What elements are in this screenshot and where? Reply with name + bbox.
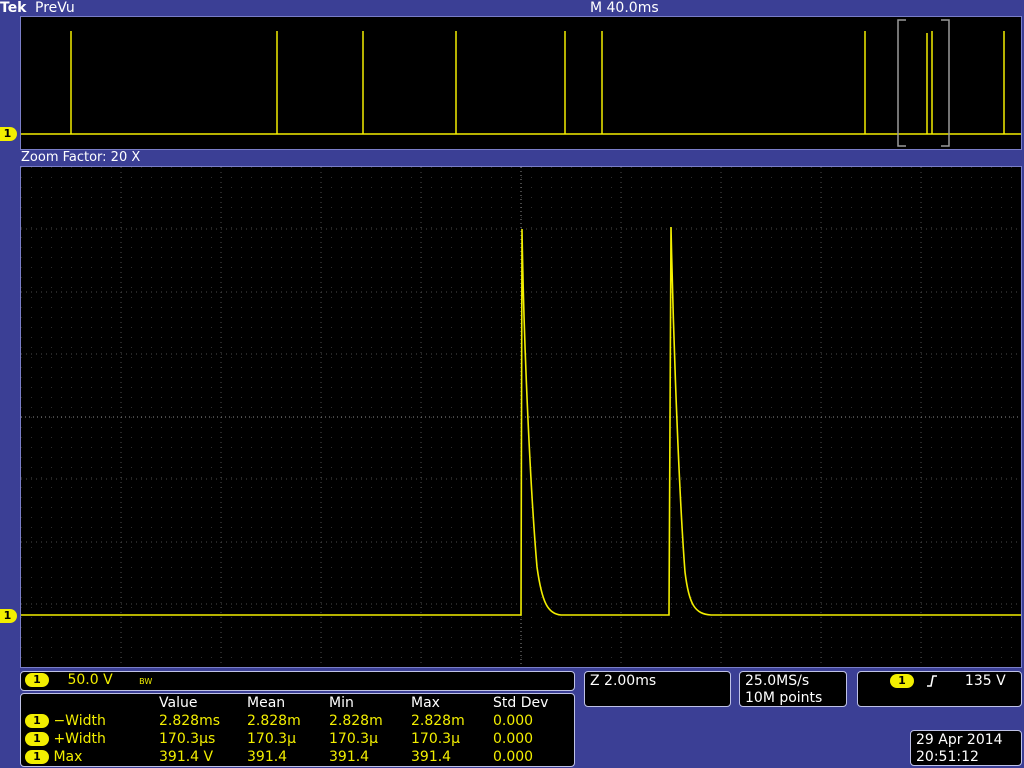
trigger-source-badge: 1 — [890, 674, 914, 688]
measurement-std-dev: 0.000 — [493, 749, 534, 765]
measurement-value: 2.828ms — [159, 713, 221, 729]
measurement-name: +Width — [53, 731, 106, 747]
acquisition-mode: PreVu — [35, 0, 75, 16]
measurement-row[interactable]: 1 +Width 170.3μs 170.3μ 170.3μ 170.3μ 0.… — [25, 730, 548, 748]
header-mean: Mean — [247, 695, 286, 711]
measurements-table: Value Mean Min Max Std Dev 1 −Width 2.82… — [25, 694, 548, 766]
measurement-max: 170.3μ — [411, 731, 460, 747]
header-min: Min — [329, 695, 354, 711]
overview-channel-marker[interactable]: 1 — [0, 127, 17, 141]
header-std-dev: Std Dev — [493, 695, 549, 711]
zoom-factor-label: Zoom Factor: 20 X — [21, 150, 141, 165]
horizontal-scale: M 40.0ms — [590, 0, 659, 16]
measurement-mean: 170.3μ — [247, 731, 296, 747]
measurement-min: 391.4 — [329, 749, 370, 765]
measurement-max: 391.4 — [411, 749, 452, 765]
measurement-mean: 391.4 — [247, 749, 288, 765]
trigger-level: 135 V — [964, 673, 1006, 689]
time: 20:51:12 — [916, 749, 979, 765]
measurement-name: −Width — [53, 713, 106, 729]
date: 29 Apr 2014 — [916, 732, 1003, 748]
measurement-channel-badge: 1 — [25, 732, 49, 746]
zoom-scale-readout[interactable]: Z 2.00ms — [584, 671, 731, 707]
acquisition-readout[interactable]: 25.0MS/s 10M points — [739, 671, 847, 707]
measurement-channel-badge: 1 — [25, 750, 49, 764]
measurement-std-dev: 0.000 — [493, 731, 534, 747]
bandwidth-limit-icon: BW — [139, 677, 153, 686]
overview-waveform-panel[interactable] — [20, 16, 1022, 150]
zoom-waveform-panel[interactable] — [20, 166, 1022, 668]
measurement-mean: 2.828m — [247, 713, 301, 729]
zoom-scale: Z 2.00ms — [590, 673, 657, 689]
channel-badge: 1 — [25, 673, 49, 687]
measurement-min: 170.3μ — [329, 731, 378, 747]
brand-logo: Tek — [0, 0, 27, 16]
measurements-header-row: Value Mean Min Max Std Dev — [25, 694, 548, 712]
header-max: Max — [411, 695, 440, 711]
measurement-row[interactable]: 1 −Width 2.828ms 2.828m 2.828m 2.828m 0.… — [25, 712, 548, 730]
overview-plot — [21, 19, 1021, 147]
vertical-scale: 50.0 V — [67, 672, 113, 688]
measurement-name: Max — [53, 749, 83, 765]
zoom-channel-marker[interactable]: 1 — [0, 609, 17, 623]
measurements-panel[interactable]: Value Mean Min Max Std Dev 1 −Width 2.82… — [20, 693, 575, 767]
measurement-max: 2.828m — [411, 713, 465, 729]
measurement-min: 2.828m — [329, 713, 383, 729]
measurement-value: 170.3μs — [159, 731, 216, 747]
zoom-window-bracket — [897, 19, 950, 147]
zoom-plot — [21, 167, 1021, 667]
measurement-row[interactable]: 1 Max 391.4 V 391.4 391.4 391.4 0.000 — [25, 748, 548, 766]
rising-edge-icon — [927, 675, 938, 687]
record-length: 10M points — [745, 690, 823, 706]
header-value: Value — [159, 695, 198, 711]
measurement-value: 391.4 V — [159, 749, 214, 765]
measurement-channel-badge: 1 — [25, 714, 49, 728]
channel-readout[interactable]: 1 50.0 V BW — [20, 671, 575, 691]
datetime-readout: 29 Apr 2014 20:51:12 — [910, 730, 1022, 766]
measurement-std-dev: 0.000 — [493, 713, 534, 729]
trigger-readout[interactable]: 1 135 V — [857, 671, 1022, 707]
sample-rate: 25.0MS/s — [745, 673, 810, 689]
